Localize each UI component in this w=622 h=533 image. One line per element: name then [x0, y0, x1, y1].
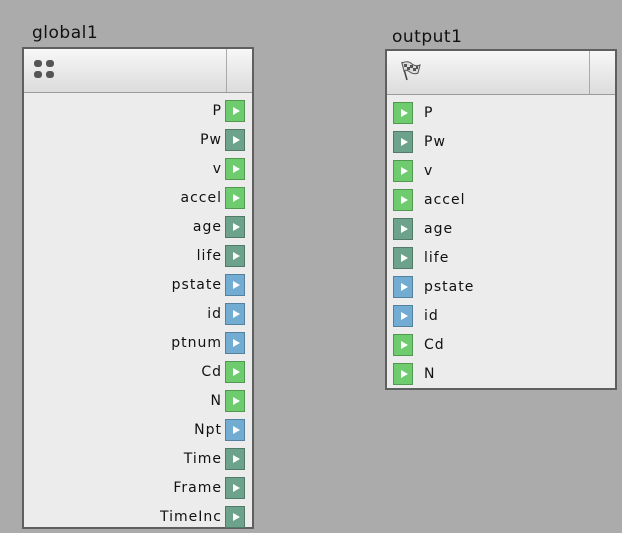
globals-dots-icon: [34, 60, 56, 84]
output-input-connector-arrow-icon[interactable]: [393, 334, 413, 356]
global-output-connector-arrow-icon[interactable]: [225, 274, 245, 296]
global-output-label: id: [207, 306, 222, 322]
output-input-row: age: [387, 215, 615, 244]
global-output-connector-arrow-icon[interactable]: [225, 390, 245, 412]
output-input-connector-arrow-icon[interactable]: [393, 160, 413, 182]
global-output-label: pstate: [171, 277, 222, 293]
output-input-row: Cd: [387, 331, 615, 360]
output-input-connector-arrow-icon[interactable]: [393, 247, 413, 269]
output-node-title[interactable]: output1: [392, 27, 462, 47]
output-input-connector-arrow-icon[interactable]: [393, 218, 413, 240]
output-input-row: P: [387, 99, 615, 128]
global-output-label: Pw: [200, 132, 222, 148]
global-output-row: Pw: [24, 126, 252, 155]
global-output-connector-arrow-icon[interactable]: [225, 419, 245, 441]
output-input-label: id: [424, 308, 439, 324]
output-input-connector-arrow-icon[interactable]: [393, 305, 413, 327]
global-output-connector-arrow-icon[interactable]: [225, 245, 245, 267]
global-output-label: Cd: [201, 364, 222, 380]
global-output-row: accel: [24, 184, 252, 213]
global-output-connector-arrow-icon[interactable]: [225, 477, 245, 499]
global-output-connector-arrow-icon[interactable]: [225, 100, 245, 122]
output-input-label: pstate: [424, 279, 475, 295]
global-output-label: age: [192, 219, 222, 235]
global-output-connector-arrow-icon[interactable]: [225, 158, 245, 180]
output-input-row: id: [387, 302, 615, 331]
output-input-row: N: [387, 360, 615, 389]
global-output-row: age: [24, 213, 252, 242]
output-input-label: P: [424, 105, 434, 121]
output-input-connector-arrow-icon[interactable]: [393, 363, 413, 385]
global-output-label: Npt: [194, 422, 222, 438]
header-divider: [226, 49, 227, 92]
global-node[interactable]: P Pw v accel age life pstate id ptnum Cd N Npt Time F…: [22, 47, 254, 529]
output-input-label: Pw: [424, 134, 446, 150]
output-input-label: N: [424, 366, 436, 382]
output-input-connector-arrow-icon[interactable]: [393, 102, 413, 124]
output-input-label: v: [424, 163, 434, 179]
global-output-connector-arrow-icon[interactable]: [225, 187, 245, 209]
global-output-row: TimeInc: [24, 503, 252, 532]
global-output-row: v: [24, 155, 252, 184]
global-output-row: N: [24, 387, 252, 416]
output-input-row: accel: [387, 186, 615, 215]
output-input-label: accel: [424, 192, 466, 208]
global-output-row: Time: [24, 445, 252, 474]
output-node-header[interactable]: [387, 51, 615, 95]
output-input-row: life: [387, 244, 615, 273]
global-output-label: TimeInc: [160, 509, 222, 525]
global-output-connector-arrow-icon[interactable]: [225, 129, 245, 151]
global-node-header[interactable]: [24, 49, 252, 93]
header-divider: [589, 51, 590, 94]
output-node[interactable]: P Pw v accel age life pstate id Cd N: [385, 49, 617, 390]
global-output-row: Frame: [24, 474, 252, 503]
global-output-label: P: [212, 103, 222, 119]
global-output-label: ptnum: [171, 335, 222, 351]
global-output-connector-arrow-icon[interactable]: [225, 216, 245, 238]
global-output-row: life: [24, 242, 252, 271]
global-output-list: P Pw v accel age life pstate id ptnum Cd N Npt Time F…: [24, 93, 252, 532]
checkered-flag-icon: [399, 60, 421, 86]
global-output-connector-arrow-icon[interactable]: [225, 303, 245, 325]
output-input-label: age: [424, 221, 454, 237]
output-input-connector-arrow-icon[interactable]: [393, 189, 413, 211]
global-output-label: Frame: [173, 480, 222, 496]
output-input-row: pstate: [387, 273, 615, 302]
output-input-connector-arrow-icon[interactable]: [393, 276, 413, 298]
global-output-row: Cd: [24, 358, 252, 387]
global-output-row: pstate: [24, 271, 252, 300]
global-output-row: id: [24, 300, 252, 329]
global-output-row: ptnum: [24, 329, 252, 358]
global-node-title[interactable]: global1: [32, 23, 98, 43]
output-input-connector-arrow-icon[interactable]: [393, 131, 413, 153]
global-output-connector-arrow-icon[interactable]: [225, 361, 245, 383]
global-output-connector-arrow-icon[interactable]: [225, 506, 245, 528]
global-output-row: P: [24, 97, 252, 126]
output-input-label: Cd: [424, 337, 445, 353]
global-output-label: v: [212, 161, 222, 177]
output-input-label: life: [424, 250, 450, 266]
global-output-label: Time: [183, 451, 222, 467]
output-input-list: P Pw v accel age life pstate id Cd N: [387, 95, 615, 389]
output-input-row: Pw: [387, 128, 615, 157]
global-output-label: N: [210, 393, 222, 409]
global-output-label: accel: [180, 190, 222, 206]
global-output-label: life: [196, 248, 222, 264]
global-output-connector-arrow-icon[interactable]: [225, 332, 245, 354]
output-input-row: v: [387, 157, 615, 186]
global-output-connector-arrow-icon[interactable]: [225, 448, 245, 470]
global-output-row: Npt: [24, 416, 252, 445]
